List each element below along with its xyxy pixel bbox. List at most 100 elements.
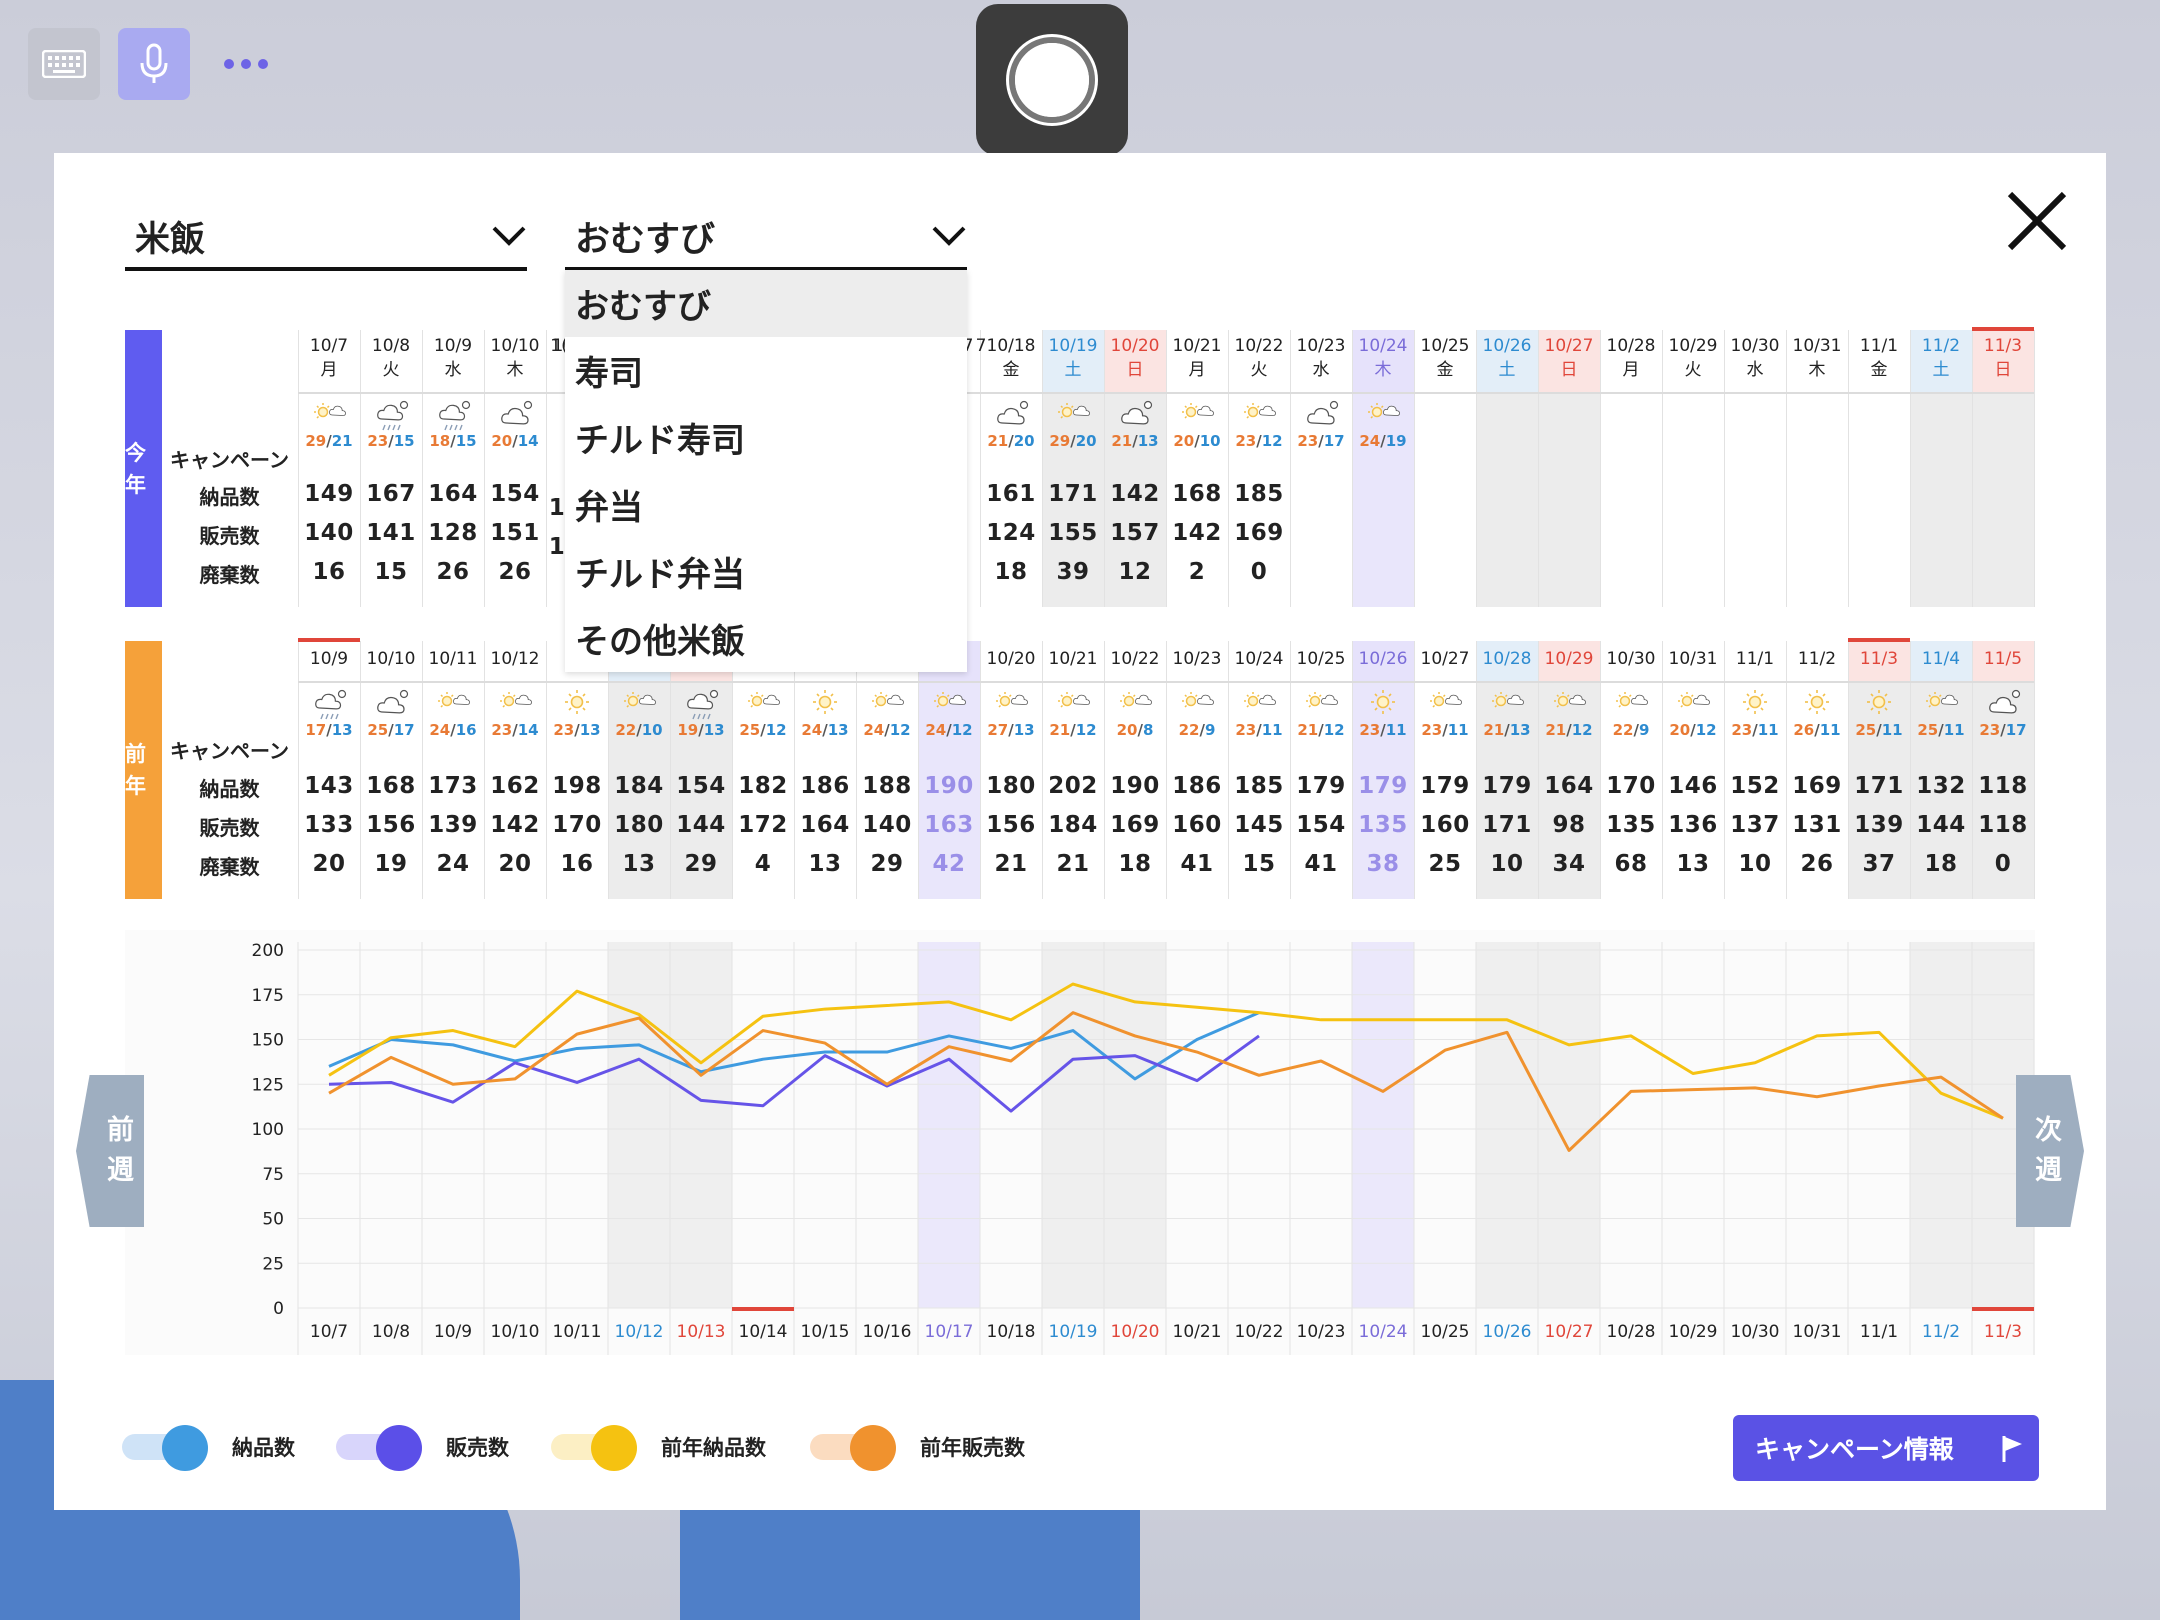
date-label: 10/30: [1606, 649, 1656, 669]
delivered-value: 149: [304, 481, 354, 507]
date-label: 10/27: [1544, 336, 1594, 356]
holiday-marker: [1972, 1307, 2034, 1311]
sunny-cloudy-icon: [1177, 687, 1239, 721]
temperature: 21/12: [1545, 721, 1593, 739]
dropdown-option[interactable]: チルド寿司: [565, 404, 967, 471]
grid-line: [546, 330, 547, 607]
x-tick-label: 10/31: [1793, 1322, 1842, 1342]
legend-item[interactable]: 前年納品数: [551, 1420, 766, 1474]
sunny-cloudy-icon: [1363, 398, 1425, 432]
x-tick-label: 10/24: [1359, 1322, 1408, 1342]
keyboard-icon[interactable]: [28, 28, 100, 100]
delivered-value: 182: [738, 773, 788, 799]
row-label: キャンペーン: [170, 739, 289, 763]
sunny-cloudy-icon: [1239, 398, 1301, 432]
product-select[interactable]: おむすび: [565, 205, 967, 271]
weekday-label: 金: [1436, 360, 1454, 380]
legend-toggle[interactable]: [122, 1425, 210, 1471]
weekday-label: 火: [382, 360, 400, 380]
delivered-value: 169: [1792, 773, 1842, 799]
x-tick-label: 10/15: [801, 1322, 850, 1342]
dropdown-option[interactable]: その他米飯: [565, 605, 967, 672]
sold-value: 135: [1358, 812, 1408, 838]
grid-line: [2034, 330, 2035, 607]
camera-shutter-button[interactable]: [976, 4, 1128, 156]
date-label: 10/30: [1730, 336, 1780, 356]
sunny-cloudy-icon: [867, 687, 929, 721]
x-tick-label: 10/14: [739, 1322, 788, 1342]
delivered-value: 171: [1854, 773, 1904, 799]
temperature: 18/15: [429, 432, 477, 450]
temperature: 23/15: [367, 432, 415, 450]
campaign-info-button[interactable]: キャンペーン情報: [1733, 1415, 2039, 1481]
next-week-button[interactable]: 次週: [2016, 1075, 2084, 1227]
sunny-cloudy-icon: [1425, 687, 1487, 721]
legend-item[interactable]: 納品数: [122, 1420, 295, 1474]
legend-item[interactable]: 販売数: [336, 1420, 509, 1474]
delivered-value: 167: [366, 481, 416, 507]
cloudy-icon: [495, 398, 557, 432]
waste-value: 26: [436, 559, 470, 585]
sunny-cloudy-icon: [1239, 687, 1301, 721]
more-icon[interactable]: [224, 59, 268, 69]
row-label: 廃棄数: [199, 855, 260, 879]
delivered-value: 179: [1482, 773, 1532, 799]
row-label: 販売数: [199, 816, 260, 840]
date-label: 10/20: [986, 649, 1036, 669]
legend-item[interactable]: 前年販売数: [810, 1420, 1025, 1474]
y-tick-label: 125: [252, 1075, 284, 1095]
chevron-down-icon: [932, 226, 966, 246]
temperature: 24/12: [925, 721, 973, 739]
holiday-marker: [1848, 638, 1910, 642]
legend-toggle[interactable]: [336, 1425, 424, 1471]
prev-week-button[interactable]: 前週: [76, 1075, 144, 1227]
temperature: 21/12: [1297, 721, 1345, 739]
delivered-value: 118: [1978, 773, 2028, 799]
day-column-shade: [1538, 392, 1600, 607]
waste-value: 13: [808, 851, 842, 877]
sunny-cloudy-icon: [1673, 687, 1735, 721]
sold-value: 141: [366, 520, 416, 546]
delivered-value: 185: [1234, 773, 1284, 799]
category-select[interactable]: 米飯: [125, 205, 527, 271]
date-label: 10/21: [1172, 336, 1222, 356]
sunny-icon: [1735, 687, 1797, 721]
cloudy-icon: [371, 687, 433, 721]
sunny-cloudy-icon: [1115, 687, 1177, 721]
delivered-value: 168: [366, 773, 416, 799]
date-label: 11/2: [1921, 336, 1961, 356]
chart-day-shade: [1476, 942, 1538, 1308]
legend-toggle[interactable]: [810, 1425, 898, 1471]
sunny-cloudy-icon: [1487, 687, 1549, 721]
legend-toggle[interactable]: [551, 1425, 639, 1471]
date-label: 10/25: [1296, 649, 1346, 669]
delivered-value: 173: [428, 773, 478, 799]
sunny-cloudy-icon: [1611, 687, 1673, 721]
waste-value: 38: [1366, 851, 1400, 877]
x-tick-label: 10/26: [1483, 1322, 1532, 1342]
dropdown-option[interactable]: チルド弁当: [565, 538, 967, 605]
dropdown-option[interactable]: 弁当: [565, 471, 967, 538]
delivered-value: 179: [1358, 773, 1408, 799]
waste-value: 21: [1056, 851, 1090, 877]
rain-icon: [309, 687, 371, 721]
temperature: 21/13: [1111, 432, 1159, 450]
campaign-info-label: キャンペーン情報: [1755, 1435, 1954, 1464]
sunny-cloudy-icon: [433, 687, 495, 721]
delivered-value: 152: [1730, 773, 1780, 799]
sunny-cloudy-icon: [743, 687, 805, 721]
legend-label: 納品数: [232, 1436, 295, 1460]
microphone-icon[interactable]: [118, 28, 190, 100]
close-icon[interactable]: [2006, 190, 2068, 252]
dropdown-option[interactable]: おむすび: [565, 270, 967, 337]
date-label: 10/31: [1668, 649, 1718, 669]
sold-value: 164: [800, 812, 850, 838]
dropdown-option[interactable]: 寿司: [565, 337, 967, 404]
chevron-down-icon: [492, 226, 526, 246]
date-label: 10/20: [1110, 336, 1160, 356]
temperature: 17/13: [305, 721, 353, 739]
weekday-label: 金: [1870, 360, 1888, 380]
waste-value: 13: [622, 851, 656, 877]
temperature: 20/14: [491, 432, 539, 450]
date-label: 10/23: [1172, 649, 1222, 669]
